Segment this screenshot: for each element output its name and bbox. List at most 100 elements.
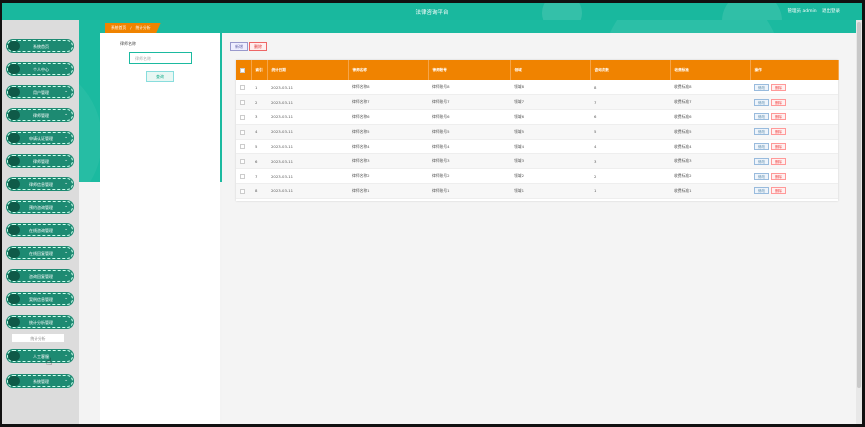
cell-date: 2023-03-11 [267,109,348,125]
sidebar-item-4[interactable]: 申请认证管理 ⌄ [7,132,73,144]
sidebar-dot [8,64,20,74]
cell-fee: 收费标准1 [670,183,750,199]
lawyer-name-input[interactable]: 律师名称 [129,52,192,64]
row-checkbox[interactable] [240,173,245,179]
row-delete-button[interactable]: 删除 [771,128,786,136]
cell-fee: 收费标准3 [670,153,750,170]
column-header: 统计日期 [267,60,349,80]
cell-date: 2023-03-11 [267,183,348,199]
cell-date: 2023-03-11 [267,80,348,96]
sidebar-item-label: 用户管理 [33,90,49,95]
cell-account: 律师账号4 [428,139,510,155]
table-row: 6 2023-03-11 律师名称3 律师账号3 领域3 3 收费标准3 修改 删除 [236,153,838,170]
row-delete-button[interactable]: 删除 [771,143,786,151]
cell-field: 领域3 [510,153,590,170]
cell-field: 领域4 [510,139,590,155]
edit-button[interactable]: 修改 [754,83,769,91]
table-row: 1 2023-03-11 律师名称8 律师账号8 领域8 8 收费标准8 修改 删除 [236,80,838,96]
scrollbar-thumb[interactable] [857,22,861,388]
edit-button[interactable]: 修改 [754,128,769,136]
cell-count: 6 [590,109,670,125]
row-delete-button[interactable]: 删除 [771,113,786,121]
row-checkbox[interactable] [240,188,245,194]
table-row: 3 2023-03-11 律师名称6 律师账号6 领域6 6 收费标准6 修改 删除 [236,109,838,125]
sidebar-item-5[interactable]: 律师管理 ⌄ [7,155,73,167]
sidebar-item-label: 系统首页 [33,44,49,49]
sidebar-subitem-stats[interactable]: 统计分析 [12,334,64,342]
sidebar-item-label: 申请认证管理 [29,136,53,141]
edit-button[interactable]: 修改 [754,172,769,180]
sidebar-item-label: 人工客服 [33,354,49,359]
cell-index: 5 [251,139,267,155]
row-checkbox[interactable] [240,84,245,90]
column-header[interactable] [236,60,252,80]
sidebar-item-9[interactable]: 在线回复管理 ⌄ [7,247,73,259]
search-button[interactable]: 查询 [146,71,174,82]
row-checkbox[interactable] [240,159,245,165]
row-delete-button[interactable]: 删除 [771,157,786,165]
breadcrumb: 系统首页 / 统计分析 [105,23,161,33]
row-checkbox[interactable] [240,99,245,105]
cell-account: 律师账号1 [428,183,510,199]
sidebar-item-10[interactable]: 咨询回复管理 ⌄ [7,270,73,282]
cell-fee: 收费标准5 [670,124,750,140]
sidebar-item-8[interactable]: 在线咨询管理 ⌄ [7,224,73,236]
sidebar-item-label: 咨询回复管理 [29,274,53,279]
cell-index: 6 [251,153,267,170]
sidebar-item-label: 在线咨询管理 [29,228,53,233]
sidebar-item-label: 律师管理 [33,113,49,118]
row-delete-button[interactable]: 删除 [771,172,786,180]
sidebar-item-3[interactable]: 律师管理 ⌄ [7,109,73,121]
cell-count: 3 [590,153,670,170]
cell-field: 领域5 [510,124,590,140]
delete-button[interactable]: 删除 [249,42,267,51]
sidebar-dot [8,133,20,143]
cell-index: 2 [251,94,267,111]
sidebar-item-7[interactable]: 预约咨询管理 ⌄ [7,201,73,213]
row-checkbox[interactable] [240,144,245,150]
sidebar-item-1[interactable]: 个人中心 ⌄ [7,63,73,75]
chevron-down-icon: ⌄ [64,135,68,140]
edit-button[interactable]: 修改 [754,143,769,151]
row-delete-button[interactable]: 删除 [771,187,786,195]
sidebar-dot [8,294,20,304]
breadcrumb-home[interactable]: 系统首页 [111,25,126,30]
chevron-down-icon: ⌄ [64,273,68,278]
edit-button[interactable]: 修改 [754,187,769,195]
sidebar-item-0[interactable]: 系统首页 [7,40,73,52]
scrollbar[interactable] [856,20,862,424]
filter-label: 律师名称 [120,41,136,46]
app-title: 法律咨询平台 [415,10,449,16]
logout-link[interactable]: 退出登录 [822,9,840,14]
select-all-checkbox[interactable] [240,67,245,73]
cell-index: 4 [251,124,267,140]
row-delete-button[interactable]: 删除 [771,83,786,91]
cell-fee: 收费标准6 [670,109,750,125]
cell-account: 律师账号3 [428,153,510,170]
cell-name: 律师名称5 [348,124,428,140]
sidebar-item-14[interactable]: 系统管理 ⌄ [7,375,73,387]
edit-button[interactable]: 修改 [754,98,769,106]
row-checkbox[interactable] [240,129,245,135]
cell-name: 律师名称6 [348,109,428,125]
sidebar-item-11[interactable]: 案例信息管理 ⌄ [7,293,73,305]
column-header: 索引 [251,60,268,80]
sidebar-item-12[interactable]: 统计分析管理 ⌄ [7,316,73,328]
cell-name: 律师名称4 [348,139,428,155]
sidebar-item-6[interactable]: 律师信息管理 ⌄ [7,178,73,190]
edit-button[interactable]: 修改 [754,157,769,165]
cell-account: 律师账号6 [428,109,510,125]
sidebar-dot [8,271,20,281]
row-delete-button[interactable]: 删除 [771,98,786,106]
row-checkbox[interactable] [240,114,245,120]
sidebar-item-2[interactable]: 用户管理 ⌄ [7,86,73,98]
sidebar-dot [8,225,20,235]
edit-button[interactable]: 修改 [754,113,769,121]
cell-count: 8 [590,80,670,96]
sidebar-item-13[interactable]: 人工客服 ⌄ [7,350,73,362]
sidebar-item-label: 统计分析管理 [29,320,53,325]
add-button[interactable]: 新增 [230,42,248,51]
sidebar-item-label: 律师管理 [33,159,49,164]
chevron-down-icon: ⌄ [64,296,68,301]
sidebar-dot [8,351,20,361]
